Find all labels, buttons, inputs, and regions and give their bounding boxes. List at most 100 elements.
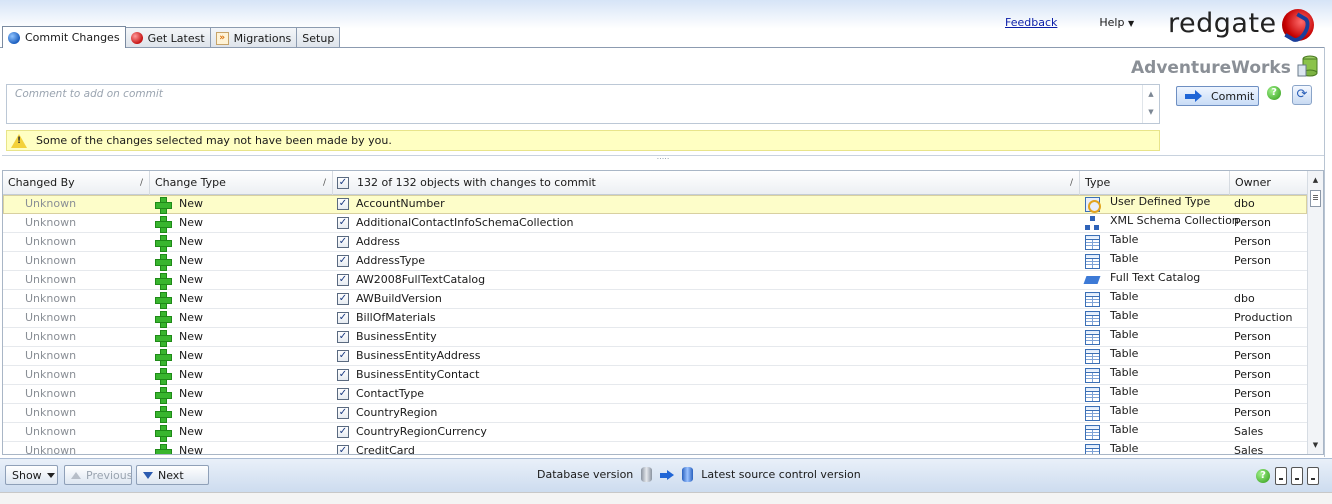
select-all-checkbox[interactable]: ✓ — [337, 177, 349, 189]
scroll-thumb[interactable] — [1310, 190, 1321, 207]
chevron-down-icon: ▼ — [1127, 19, 1135, 28]
owner-cell: Person — [1234, 254, 1271, 267]
scroll-down-icon[interactable]: ▼ — [1308, 438, 1323, 452]
table-row[interactable]: Unknown New ✓ CreditCard Table Sales — [3, 442, 1307, 455]
full-text-catalog-icon — [1085, 273, 1100, 288]
refresh-button[interactable]: ⟳ — [1292, 85, 1312, 105]
minimize-button[interactable] — [1275, 467, 1287, 485]
column-label: Type — [1085, 176, 1111, 189]
change-type-cell: New — [179, 368, 203, 381]
row-checkbox[interactable]: ✓ — [337, 426, 349, 438]
changed-by-cell: Unknown — [25, 197, 77, 210]
version-info: Database version Latest source control v… — [537, 467, 861, 482]
row-checkbox[interactable]: ✓ — [337, 293, 349, 305]
new-plus-icon — [155, 273, 172, 290]
new-plus-icon — [155, 349, 172, 366]
help-menu[interactable]: Help ▼ — [1099, 16, 1134, 29]
column-changed-by[interactable]: Changed By / — [3, 171, 150, 195]
feedback-link[interactable]: Feedback — [1005, 16, 1057, 29]
owner-cell: Sales — [1234, 425, 1264, 438]
grid-scrollbar[interactable]: ▲ ▼ — [1307, 171, 1323, 454]
restore-button[interactable] — [1291, 467, 1303, 485]
type-cell: Full Text Catalog — [1110, 271, 1201, 284]
new-plus-icon — [155, 425, 172, 442]
new-plus-icon — [155, 387, 172, 404]
tab-setup[interactable]: Setup — [296, 27, 341, 48]
scroll-up-icon[interactable]: ▲ — [1308, 173, 1323, 187]
grid-rows: Unknown New ✓ AccountNumber User Defined Typ… — [3, 195, 1307, 455]
column-objects[interactable]: ✓ 132 of 132 objects with changes to com… — [333, 171, 1080, 195]
row-checkbox[interactable]: ✓ — [337, 198, 349, 210]
column-change-type[interactable]: Change Type / — [150, 171, 333, 195]
help-label: Help — [1099, 16, 1125, 29]
changed-by-cell: Unknown — [25, 425, 77, 438]
help-icon[interactable]: ? — [1267, 86, 1281, 100]
arrow-right-icon — [1185, 90, 1203, 102]
type-cell: Table — [1110, 385, 1139, 398]
table-icon — [1085, 349, 1100, 364]
owner-cell: Sales — [1234, 444, 1264, 455]
type-cell: Table — [1110, 290, 1139, 303]
column-label: Changed By — [8, 176, 75, 189]
row-checkbox[interactable]: ✓ — [337, 407, 349, 419]
tab-get-latest[interactable]: Get Latest — [124, 27, 211, 48]
change-type-cell: New — [179, 444, 203, 455]
tab-migrations[interactable]: » Migrations — [209, 27, 298, 48]
type-cell: Table — [1110, 252, 1139, 265]
change-type-cell: New — [179, 330, 203, 343]
changed-by-cell: Unknown — [25, 254, 77, 267]
tab-strip: Commit Changes Get Latest » Migrations S… — [2, 26, 341, 48]
object-name-cell: AccountNumber — [356, 197, 445, 210]
type-cell: Table — [1110, 328, 1139, 341]
row-checkbox[interactable]: ✓ — [337, 369, 349, 381]
comment-scrollbar[interactable]: ▲ ▼ — [1142, 85, 1159, 123]
new-plus-icon — [155, 216, 172, 233]
owner-cell: Person — [1234, 387, 1271, 400]
next-label: Next — [158, 468, 184, 482]
row-checkbox[interactable]: ✓ — [337, 274, 349, 286]
owner-cell: dbo — [1234, 292, 1255, 305]
arrow-up-icon — [71, 471, 81, 479]
next-button[interactable]: Next — [136, 465, 209, 485]
change-type-cell: New — [179, 292, 203, 305]
arrow-down-icon — [143, 471, 153, 479]
splitter-handle[interactable]: ..... — [2, 153, 1324, 161]
row-checkbox[interactable]: ✓ — [337, 255, 349, 267]
table-icon — [1085, 444, 1100, 454]
change-type-cell: New — [179, 425, 203, 438]
previous-label: Previous — [86, 468, 133, 482]
row-checkbox[interactable]: ✓ — [337, 236, 349, 248]
row-checkbox[interactable]: ✓ — [337, 217, 349, 229]
row-checkbox[interactable]: ✓ — [337, 350, 349, 362]
table-icon — [1085, 368, 1100, 383]
row-checkbox[interactable]: ✓ — [337, 312, 349, 324]
object-name-cell: AddressType — [356, 254, 426, 267]
row-checkbox[interactable]: ✓ — [337, 445, 349, 454]
bottom-toolbar: Show Previous Next Database version Late… — [0, 458, 1332, 492]
row-checkbox[interactable]: ✓ — [337, 331, 349, 343]
warning-text: Some of the changes selected may not hav… — [36, 134, 392, 147]
new-plus-icon — [155, 444, 172, 454]
column-type[interactable]: Type — [1080, 171, 1230, 195]
close-button[interactable] — [1307, 467, 1319, 485]
owner-cell: Production — [1234, 311, 1293, 324]
help-icon[interactable]: ? — [1256, 469, 1270, 483]
show-dropdown[interactable]: Show — [5, 465, 58, 485]
comment-input[interactable]: Comment to add on commit — [6, 84, 1160, 124]
row-checkbox[interactable]: ✓ — [337, 388, 349, 400]
table-icon — [1085, 330, 1100, 345]
type-cell: Table — [1110, 442, 1139, 455]
changed-by-cell: Unknown — [25, 273, 77, 286]
new-plus-icon — [155, 235, 172, 252]
tab-commit-changes[interactable]: Commit Changes — [2, 26, 126, 48]
object-name-cell: BusinessEntity — [356, 330, 437, 343]
table-icon — [1085, 292, 1100, 307]
previous-button[interactable]: Previous — [64, 465, 133, 485]
table-icon — [1085, 406, 1100, 421]
commit-button[interactable]: Commit — [1176, 86, 1259, 106]
new-plus-icon — [155, 311, 172, 328]
column-owner[interactable]: Owner — [1230, 171, 1307, 195]
source-version-label: Latest source control version — [701, 468, 861, 481]
change-type-cell: New — [179, 311, 203, 324]
type-cell: Table — [1110, 309, 1139, 322]
